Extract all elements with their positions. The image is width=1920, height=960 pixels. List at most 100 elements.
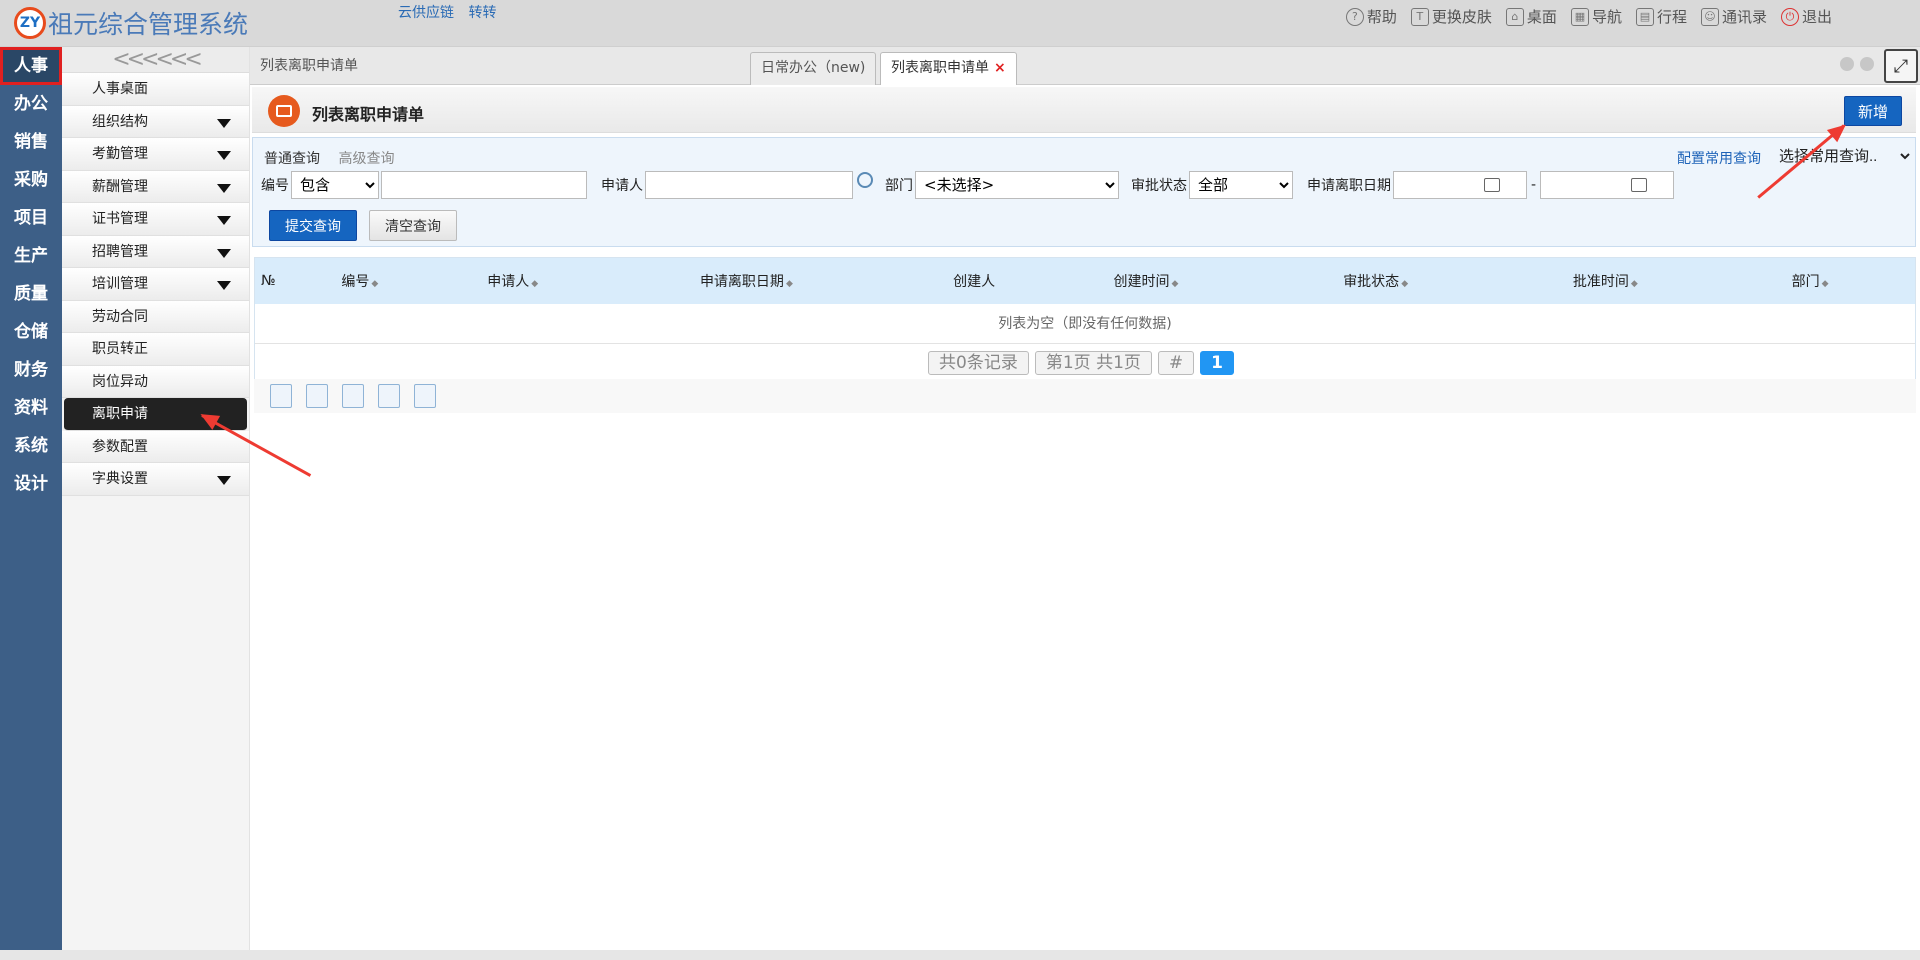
schedule-button[interactable]: ▤ 行程: [1635, 6, 1687, 27]
submenu-item-regularization[interactable]: 职员转正: [62, 333, 249, 366]
col-created-time[interactable]: 创建时间 ◆: [1046, 271, 1246, 291]
change-skin-button[interactable]: T 更换皮肤: [1410, 6, 1492, 27]
submenu-item-training[interactable]: 培训管理: [62, 268, 249, 301]
tab-resignation-list[interactable]: 列表离职申请单 ×: [880, 52, 1017, 85]
submenu-item-label: 证书管理: [92, 211, 148, 227]
search-icon[interactable]: [857, 172, 873, 188]
submenu-item-label: 离职申请: [92, 406, 148, 422]
caret-down-icon: [217, 281, 231, 290]
page-1-button[interactable]: 1: [1200, 351, 1234, 375]
submit-query-button[interactable]: 提交查询: [269, 210, 357, 241]
document-icon[interactable]: [306, 384, 328, 408]
add-new-button[interactable]: 新增: [1844, 96, 1902, 126]
submenu-item-label: 字典设置: [92, 471, 148, 487]
puzzle-icon[interactable]: [414, 384, 436, 408]
tab-next-icon[interactable]: [1860, 57, 1874, 71]
code-operator-select[interactable]: 包含: [291, 171, 379, 199]
edit-icon[interactable]: [378, 384, 400, 408]
config-common-query-link[interactable]: 配置常用查询: [1677, 148, 1761, 168]
clear-query-button[interactable]: 清空查询: [369, 210, 457, 241]
module-production[interactable]: 生产: [0, 237, 62, 275]
col-label: 部门: [1791, 274, 1820, 290]
module-project[interactable]: 项目: [0, 199, 62, 237]
sort-icon: ◆: [531, 279, 539, 289]
top-bar: ZY 祖元综合管理系统 云供应链 转转 ? 帮助 T 更换皮肤 ⌂ 桌面 ▦ 导航 ▤ 行…: [0, 0, 1920, 47]
approval-status-select[interactable]: 全部: [1189, 171, 1293, 199]
select-all-icon[interactable]: [270, 384, 292, 408]
submenu-item-salary[interactable]: 薪酬管理: [62, 170, 249, 203]
code-input[interactable]: [381, 171, 587, 199]
department-select[interactable]: <未选择>: [915, 171, 1119, 199]
fullscreen-icon[interactable]: ⤢: [1884, 49, 1918, 83]
module-data[interactable]: 资料: [0, 389, 62, 427]
power-icon: ⏻: [1780, 7, 1799, 26]
col-applicant[interactable]: 申请人 ◆: [435, 271, 591, 291]
app-logo[interactable]: ZY 祖元综合管理系统: [14, 7, 248, 39]
top-link-cloud-supply[interactable]: 云供应链: [398, 5, 454, 21]
submenu-item-label: 参数配置: [92, 438, 148, 455]
help-label: 帮助: [1366, 8, 1397, 26]
module-sales[interactable]: 销售: [0, 123, 62, 161]
logo-icon: ZY: [14, 7, 46, 39]
query-row-filters: 编号 包含 申请人 部门 <未选择> 审批状态 全部 申请离职日期 -: [261, 171, 1675, 199]
col-label: 批准时间: [1572, 274, 1629, 290]
page-jump[interactable]: #: [1157, 351, 1195, 375]
submenu-item-hr-desktop[interactable]: 人事桌面: [62, 73, 249, 106]
resign-date-end[interactable]: [1540, 171, 1675, 199]
submenu-item-params[interactable]: 参数配置: [62, 430, 249, 463]
col-approved-time[interactable]: 批准时间 ◆: [1506, 271, 1706, 291]
module-design[interactable]: 设计: [0, 465, 62, 503]
collapse-menu-icon[interactable]: <<<<<<: [62, 47, 249, 73]
table-icon[interactable]: [342, 384, 364, 408]
resign-date-start[interactable]: [1393, 171, 1527, 199]
tab-advanced-query[interactable]: 高级查询: [338, 151, 394, 167]
close-tab-icon[interactable]: ×: [994, 60, 1006, 76]
submenu-item-org[interactable]: 组织结构: [62, 105, 249, 138]
calendar-icon: ▤: [1635, 7, 1654, 26]
module-office[interactable]: 办公: [0, 85, 62, 123]
module-warehouse[interactable]: 仓储: [0, 313, 62, 351]
logout-label: 退出: [1801, 8, 1832, 26]
module-finance[interactable]: 财务: [0, 351, 62, 389]
pager: 共0条记录 第1页 共1页 # 1: [250, 351, 1912, 375]
desktop-button[interactable]: ⌂ 桌面: [1505, 6, 1557, 27]
top-links: 云供应链 转转: [398, 2, 506, 22]
module-purchase[interactable]: 采购: [0, 161, 62, 199]
top-link-zhuanzhuan[interactable]: 转转: [468, 5, 496, 21]
desktop-label: 桌面: [1526, 8, 1557, 26]
logout-button[interactable]: ⏻ 退出: [1780, 6, 1832, 27]
submenu-item-certificate[interactable]: 证书管理: [62, 203, 249, 236]
grid-header: № 编号 ◆ 申请人 ◆ 申请离职日期 ◆ 创建人 创建时间 ◆ 审批状态 ◆ 批准时间 ◆…: [255, 258, 1915, 304]
submenu-item-recruit[interactable]: 招聘管理: [62, 235, 249, 268]
help-button[interactable]: ? 帮助: [1345, 6, 1397, 27]
submenu-item-contract[interactable]: 劳动合同: [62, 300, 249, 333]
col-label: №: [261, 273, 276, 289]
module-nav: 人事 办公 销售 采购 项目 生产 质量 仓储 财务 资料 系统 设计: [0, 47, 62, 960]
tab-prev-icon[interactable]: [1840, 57, 1854, 71]
grid-icon: ▦: [1570, 7, 1589, 26]
col-label: 申请人: [487, 274, 530, 290]
submenu-item-transfer[interactable]: 岗位异动: [62, 365, 249, 398]
tab-normal-query[interactable]: 普通查询: [264, 151, 320, 167]
applicant-label: 申请人: [601, 178, 643, 194]
col-code[interactable]: 编号 ◆: [285, 271, 435, 291]
col-department[interactable]: 部门 ◆: [1705, 271, 1915, 291]
col-resign-date[interactable]: 申请离职日期 ◆: [591, 271, 903, 291]
shirt-icon: T: [1410, 7, 1429, 26]
submenu-item-label: 薪酬管理: [92, 178, 148, 195]
module-quality[interactable]: 质量: [0, 275, 62, 313]
submenu-item-label: 岗位异动: [92, 373, 148, 390]
list-icon: [268, 95, 300, 127]
module-system[interactable]: 系统: [0, 427, 62, 465]
submenu-item-dictionary[interactable]: 字典设置: [62, 463, 249, 496]
col-approval-status[interactable]: 审批状态 ◆: [1246, 271, 1506, 291]
tab-daily-office[interactable]: 日常办公（new): [750, 52, 877, 85]
contacts-button[interactable]: ☺ 通讯录: [1700, 6, 1767, 27]
module-hr[interactable]: 人事: [0, 47, 62, 85]
applicant-input[interactable]: [645, 171, 853, 199]
navigation-button[interactable]: ▦ 导航: [1570, 6, 1622, 27]
col-label: 创建时间: [1113, 274, 1170, 290]
approval-status-label: 审批状态: [1131, 178, 1187, 194]
sort-icon: ◆: [1401, 279, 1409, 289]
submenu-item-attendance[interactable]: 考勤管理: [62, 138, 249, 171]
